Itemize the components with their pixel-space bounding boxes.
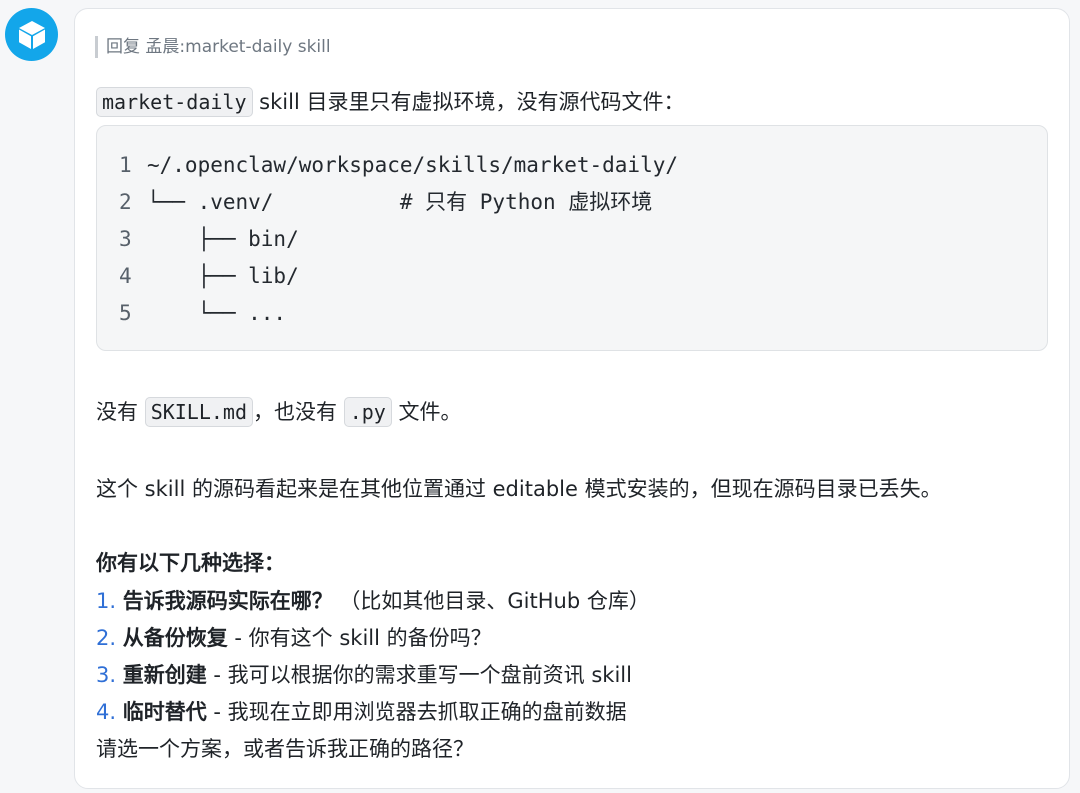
option-item: 2. 从备份恢复 - 你有这个 skill 的备份吗？ (96, 623, 492, 653)
code-text: ~/.openclaw/workspace/skills/market-dail… (147, 153, 679, 177)
code-line: 1 ~/.openclaw/workspace/skills/market-dai… (119, 147, 678, 184)
option-title: 从备份恢复 (122, 626, 228, 650)
option-number: 1. (96, 589, 117, 613)
option-detail: （比如其他目录、GitHub 仓库） (332, 589, 650, 613)
code-line: 3 ├── bin/ (119, 221, 299, 258)
assistant-avatar (5, 8, 58, 61)
text-segment: 文件。 (391, 400, 462, 424)
option-item: 4. 临时替代 - 我现在立即用浏览器去抓取正确的盘前数据 (96, 697, 627, 727)
option-item: 3. 重新创建 - 我可以根据你的需求重写一个盘前资讯 skill (96, 660, 632, 690)
choices-heading: 你有以下几种选择： (96, 551, 285, 575)
option-detail: - 我现在立即用浏览器去抓取正确的盘前数据 (206, 700, 627, 724)
option-detail: - 我可以根据你的需求重写一个盘前资讯 skill (206, 663, 632, 687)
code-text: ├── bin/ (147, 227, 299, 251)
inline-code: .py (343, 397, 392, 427)
code-block: 1 ~/.openclaw/workspace/skills/market-dai… (96, 125, 1048, 351)
code-text: ├── lib/ (147, 264, 299, 288)
option-title: 告诉我源码实际在哪？ (122, 589, 333, 613)
code-line: 5 └── ... (119, 295, 286, 332)
option-title: 重新创建 (122, 663, 207, 687)
line-number: 1 (119, 153, 132, 177)
option-number: 2. (96, 626, 117, 650)
option-detail: - 你有这个 skill 的备份吗？ (227, 626, 492, 650)
text-segment: ，也没有 (253, 400, 344, 424)
line-number: 2 (119, 190, 132, 214)
code-text: └── ... (147, 301, 287, 325)
code-text: └── .venv/ # 只有 Python 虚拟环境 (147, 190, 653, 214)
closing-question: 请选一个方案，或者告诉我正确的路径？ (96, 737, 474, 761)
intro-line: market-daily skill 目录里只有虚拟环境，没有源代码文件： (96, 87, 684, 117)
intro-text: skill 目录里只有虚拟环境，没有源代码文件： (252, 90, 685, 114)
missing-files-line: 没有 SKILL.md ，也没有 .py 文件。 (96, 397, 462, 427)
code-line: 4 ├── lib/ (119, 258, 299, 295)
line-number: 3 (119, 227, 132, 251)
cube-icon (18, 20, 45, 49)
reply-prefix: 回复 孟晨 (106, 37, 180, 57)
message-bubble: 回复 孟晨:market-daily skill market-daily sk… (74, 8, 1070, 789)
option-number: 4. (96, 700, 117, 724)
explanation-text: 这个 skill 的源码看起来是在其他位置通过 editable 模式安装的，但… (96, 477, 942, 501)
inline-code: SKILL.md (144, 397, 254, 427)
line-number: 4 (119, 264, 132, 288)
option-number: 3. (96, 663, 117, 687)
line-number: 5 (119, 301, 132, 325)
code-line: 2 └── .venv/ # 只有 Python 虚拟环境 (119, 184, 652, 221)
option-title: 临时替代 (122, 700, 207, 724)
reply-title: market-daily skill (185, 37, 331, 57)
inline-code: market-daily (96, 87, 253, 117)
text-segment: 没有 (96, 400, 145, 424)
reply-quote[interactable]: 回复 孟晨:market-daily skill (95, 36, 331, 58)
option-item: 1. 告诉我源码实际在哪？ （比如其他目录、GitHub 仓库） (96, 586, 650, 616)
